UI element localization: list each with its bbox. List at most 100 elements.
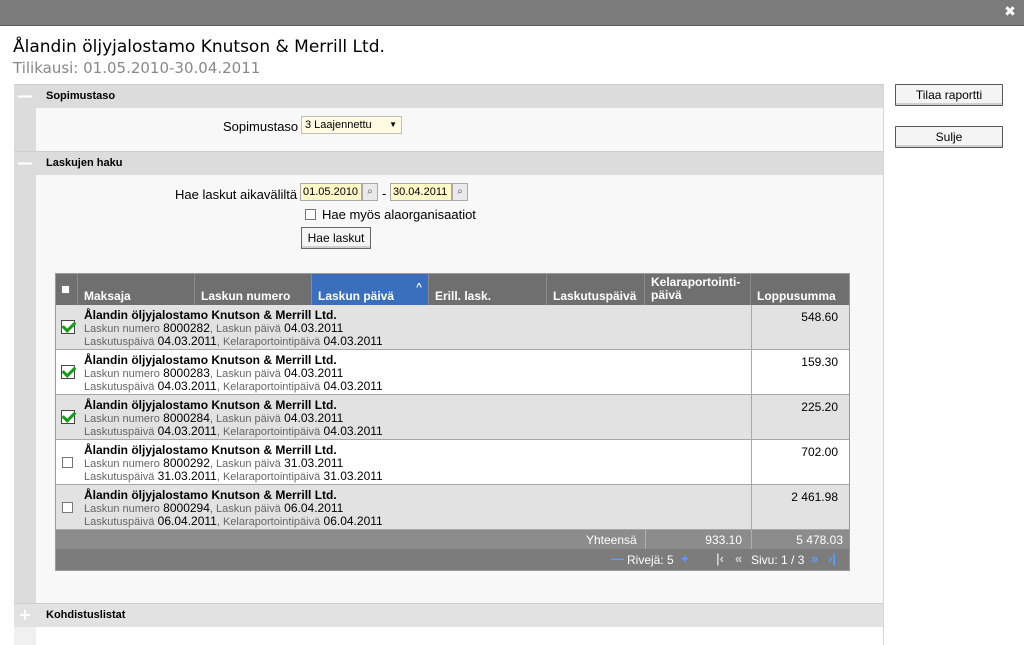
search-invoices-button[interactable]: Hae laskut xyxy=(301,227,371,249)
row-separator xyxy=(751,440,752,484)
grid-header: Maksaja Laskun numero Laskun päivä ^ Eri… xyxy=(56,274,849,305)
row-invoice-line: Laskun numero 8000294, Laskun päivä 06.0… xyxy=(84,501,343,515)
table-row[interactable]: Ålandin öljyjalostamo Knutson & Merrill … xyxy=(56,395,849,440)
page-indicator: Sivu: 1 / 3 xyxy=(751,553,805,567)
row-billing-line: Laskutuspäivä 04.03.2011, Kelaraportoint… xyxy=(84,379,383,393)
kela-date-value: 04.03.2011 xyxy=(323,379,383,393)
date-to-input[interactable]: 30.04.2011 xyxy=(390,183,452,201)
calendar-icon[interactable]: ⌕ xyxy=(452,183,468,201)
column-header-kela-date[interactable]: Kelaraportointi-päivä xyxy=(645,274,751,305)
row-invoice-line: Laskun numero 8000282, Laskun päivä 04.0… xyxy=(84,321,343,335)
decrease-rows-icon[interactable]: — xyxy=(611,551,624,566)
fiscal-period: Tilikausi: 01.05.2010-30.04.2011 xyxy=(13,59,261,77)
kela-date-value: 06.04.2011 xyxy=(323,514,383,528)
column-header-separate-invoice[interactable]: Erill. lask. xyxy=(429,274,547,305)
date-from-input[interactable]: 01.05.2010 xyxy=(300,183,362,201)
column-header-invoice-number[interactable]: Laskun numero xyxy=(195,274,312,305)
kela-date-label: , Kelaraportointipäivä xyxy=(216,516,321,528)
agreement-level-value: 3 Laajennettu xyxy=(305,119,372,131)
invoice-number-value: 8000282 xyxy=(163,321,210,335)
billing-date-label: Laskutuspäivä xyxy=(84,381,155,393)
invoice-date-value: 04.03.2011 xyxy=(284,321,344,335)
page-title: Ålandin öljyjalostamo Knutson & Merrill … xyxy=(13,37,385,57)
section-search-header[interactable]: — Laskujen haku xyxy=(14,151,883,175)
row-payer: Ålandin öljyjalostamo Knutson & Merrill … xyxy=(84,443,337,457)
column-header-total[interactable]: Loppusumma xyxy=(751,274,849,305)
invoice-number-value: 8000283 xyxy=(163,366,210,380)
row-amount: 2 461.98 xyxy=(791,490,838,504)
include-suborganizations-checkbox[interactable] xyxy=(305,209,316,220)
kela-date-label: , Kelaraportointipäivä xyxy=(216,336,321,348)
table-row[interactable]: Ålandin öljyjalostamo Knutson & Merrill … xyxy=(56,485,849,530)
row-invoice-line: Laskun numero 8000284, Laskun päivä 04.0… xyxy=(84,411,343,425)
row-payer: Ålandin öljyjalostamo Knutson & Merrill … xyxy=(84,308,337,322)
select-all-checkbox[interactable] xyxy=(61,285,70,294)
invoice-date-value: 06.04.2011 xyxy=(284,501,344,515)
totals-separator xyxy=(751,530,752,549)
row-separator xyxy=(751,305,752,349)
column-header-invoice-date[interactable]: Laskun päivä ^ xyxy=(312,274,429,305)
column-header-billing-date[interactable]: Laskutuspäivä xyxy=(547,274,645,305)
table-row[interactable]: Ålandin öljyjalostamo Knutson & Merrill … xyxy=(56,305,849,350)
invoice-grid: Maksaja Laskun numero Laskun päivä ^ Eri… xyxy=(55,273,850,571)
row-select-checkbox[interactable] xyxy=(61,320,75,334)
row-amount: 548.60 xyxy=(801,310,838,324)
billing-date-value: 31.03.2011 xyxy=(157,469,217,483)
close-button[interactable]: Sulje xyxy=(895,126,1003,148)
grid-pager: — Rivejä: 5 + |‹ « Sivu: 1 / 3 » ›| xyxy=(56,549,849,570)
row-amount: 225.20 xyxy=(801,400,838,414)
date-range-label: Hae laskut aikaväliltä xyxy=(175,187,298,202)
kela-date-value: 04.03.2011 xyxy=(323,334,383,348)
row-select-checkbox[interactable] xyxy=(61,365,75,379)
order-report-button[interactable]: Tilaa raportti xyxy=(895,84,1003,106)
include-suborganizations-label: Hae myös alaorganisaatiot xyxy=(322,207,476,222)
dropdown-arrow-icon: ▼ xyxy=(389,120,397,129)
previous-page-icon[interactable]: « xyxy=(735,551,742,566)
row-select-checkbox[interactable] xyxy=(62,457,73,468)
first-page-icon[interactable]: |‹ xyxy=(716,551,724,566)
collapse-icon[interactable]: — xyxy=(14,152,36,175)
section-allocation-header[interactable]: + Kohdistuslistat xyxy=(14,603,883,627)
invoice-number-value: 8000294 xyxy=(163,501,210,515)
last-page-icon[interactable]: ›| xyxy=(828,551,836,566)
invoice-date-value: 04.03.2011 xyxy=(284,411,344,425)
row-payer: Ålandin öljyjalostamo Knutson & Merrill … xyxy=(84,488,337,502)
column-header-payer[interactable]: Maksaja xyxy=(78,274,195,305)
row-select-checkbox[interactable] xyxy=(61,410,75,424)
collapse-icon[interactable]: — xyxy=(14,85,36,108)
row-separator xyxy=(751,485,752,529)
calendar-icon[interactable]: ⌕ xyxy=(362,183,378,201)
row-billing-line: Laskutuspäivä 31.03.2011, Kelaraportoint… xyxy=(84,469,383,483)
kela-date-label: , Kelaraportointipäivä xyxy=(216,426,321,438)
table-row[interactable]: Ålandin öljyjalostamo Knutson & Merrill … xyxy=(56,440,849,485)
billing-date-value: 04.03.2011 xyxy=(157,334,217,348)
sort-ascending-icon: ^ xyxy=(416,282,422,293)
increase-rows-icon[interactable]: + xyxy=(681,551,689,566)
close-icon[interactable]: ✖ xyxy=(1002,4,1018,20)
kela-date-value: 31.03.2011 xyxy=(323,469,383,483)
totals-separator xyxy=(645,530,646,549)
agreement-level-select[interactable]: 3 Laajennettu ▼ xyxy=(301,116,402,134)
invoice-number-value: 8000284 xyxy=(163,411,210,425)
row-amount: 702.00 xyxy=(801,445,838,459)
row-separator xyxy=(751,395,752,439)
billing-date-value: 04.03.2011 xyxy=(157,424,217,438)
row-billing-line: Laskutuspäivä 04.03.2011, Kelaraportoint… xyxy=(84,334,383,348)
next-page-icon[interactable]: » xyxy=(811,551,818,566)
window-titlebar: ✖ xyxy=(0,0,1024,26)
row-select-checkbox[interactable] xyxy=(62,502,73,513)
row-billing-line: Laskutuspäivä 04.03.2011, Kelaraportoint… xyxy=(84,424,383,438)
select-all-column xyxy=(56,274,78,305)
totals-label: Yhteensä xyxy=(586,533,637,547)
section-agreement-header[interactable]: — Sopimustaso xyxy=(14,84,883,108)
expand-icon[interactable]: + xyxy=(14,604,36,627)
kela-date-label: , Kelaraportointipäivä xyxy=(216,381,321,393)
row-payer: Ålandin öljyjalostamo Knutson & Merrill … xyxy=(84,398,337,412)
content-divider xyxy=(883,84,884,645)
section-title: Kohdistuslistat xyxy=(46,609,126,621)
billing-date-label: Laskutuspäivä xyxy=(84,471,155,483)
billing-date-value: 04.03.2011 xyxy=(157,379,217,393)
table-row[interactable]: Ålandin öljyjalostamo Knutson & Merrill … xyxy=(56,350,849,395)
row-invoice-line: Laskun numero 8000283, Laskun päivä 04.0… xyxy=(84,366,343,380)
rows-per-page: Rivejä: 5 xyxy=(627,553,674,567)
